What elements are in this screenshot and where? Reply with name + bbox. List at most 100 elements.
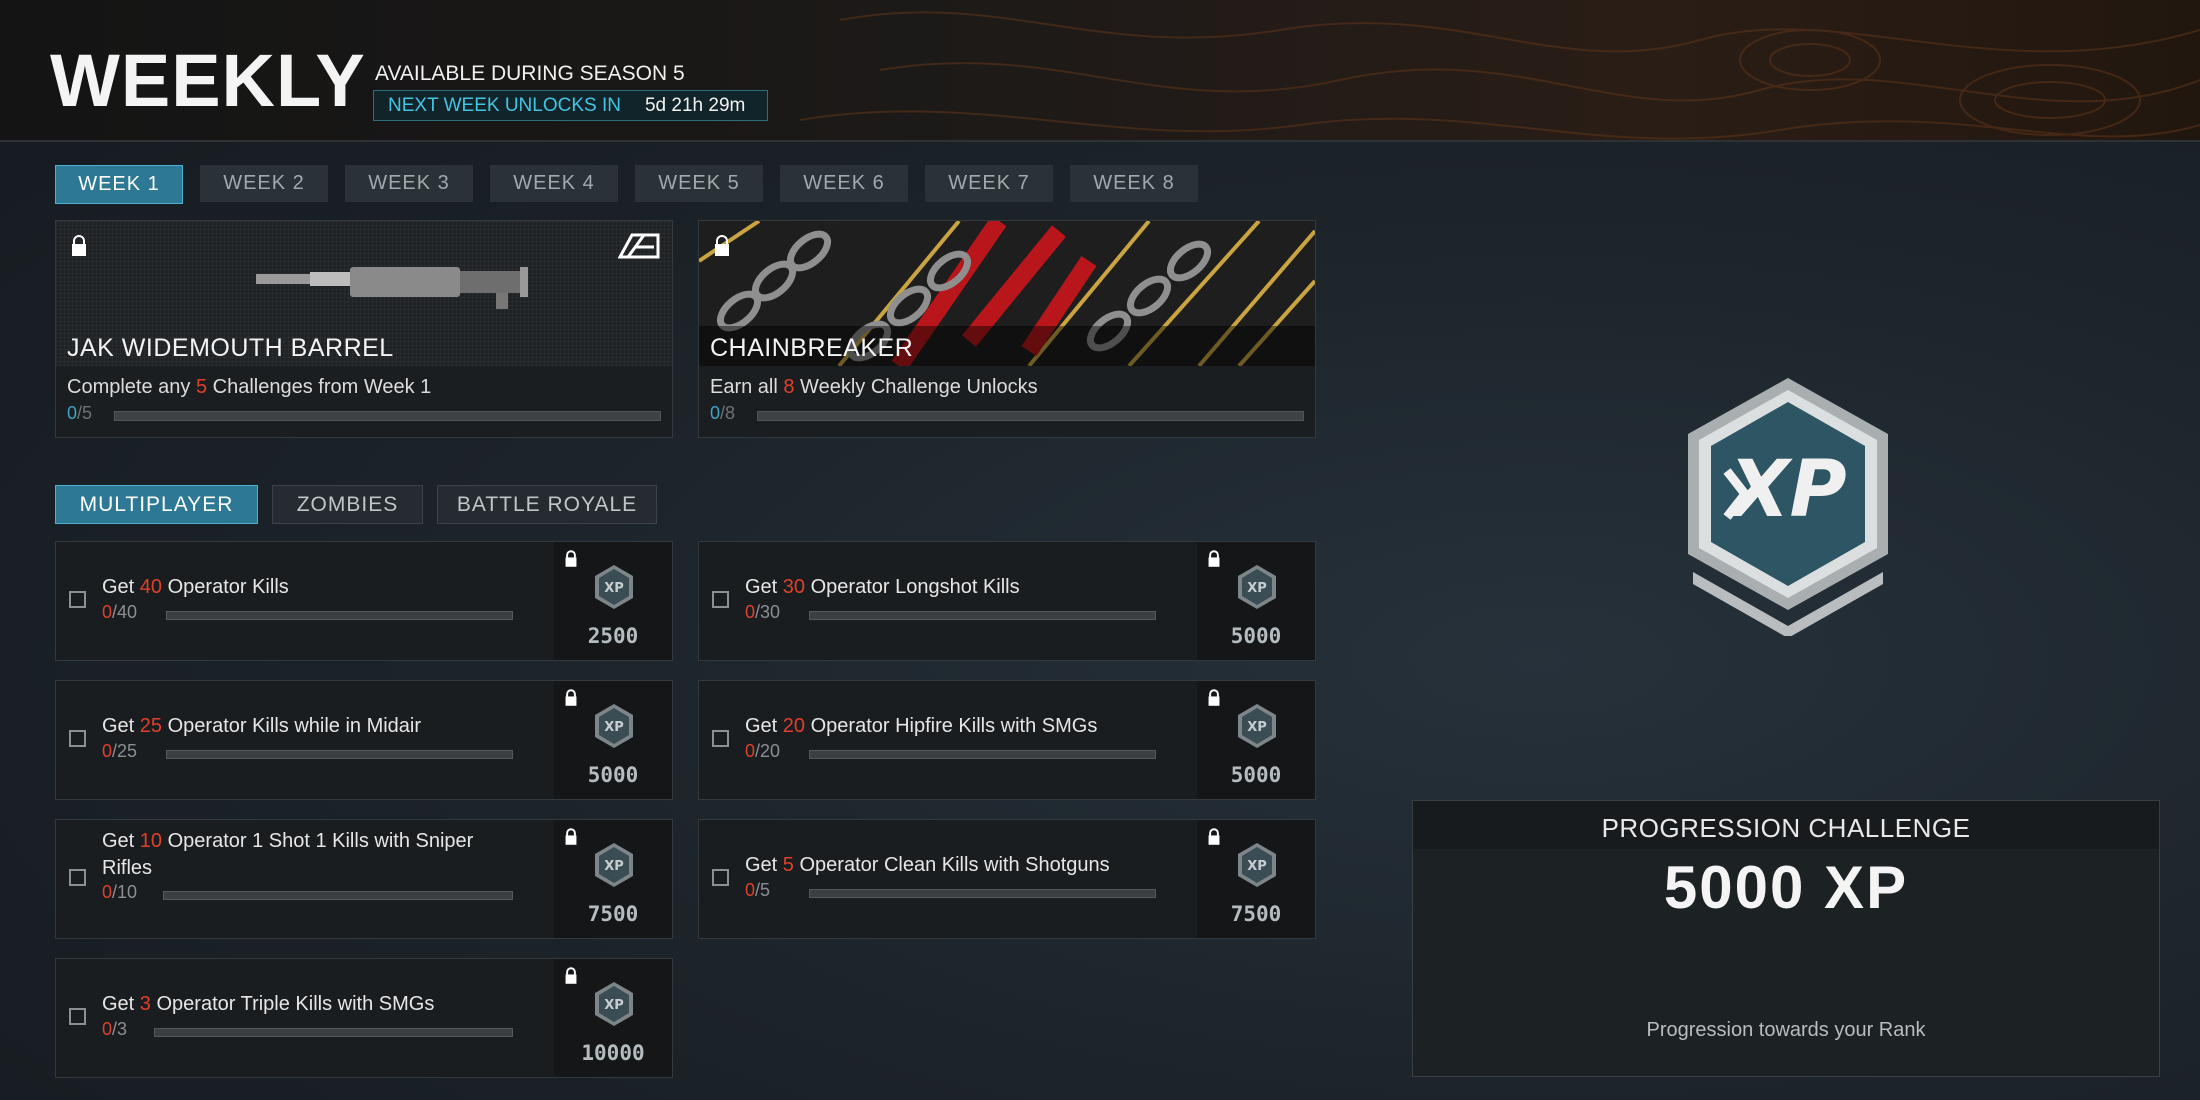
challenge-reward: XP 2500 — [554, 542, 672, 660]
progression-xp: 5000 XP — [1663, 854, 1909, 921]
challenge-progress-bar — [163, 891, 513, 900]
tab-week-7[interactable]: WEEK 7 — [925, 165, 1053, 202]
challenge-xp: 7500 — [587, 902, 639, 926]
challenge-progress-count: 0/40 — [102, 602, 138, 622]
svg-text:XP: XP — [604, 720, 624, 735]
reward-description: Complete any 5 Challenges from Week 1 — [67, 376, 432, 398]
tab-week-3[interactable]: WEEK 3 — [345, 165, 473, 202]
week-tabs: WEEK 1 WEEK 2 WEEK 3 WEEK 4 WEEK 5 WEEK … — [55, 165, 1198, 204]
svg-text:XP: XP — [604, 998, 624, 1013]
challenge-text: Get 10 Operator 1 Shot 1 Kills with Snip… — [102, 830, 474, 879]
challenge-progress-bar — [154, 1028, 513, 1037]
tab-week-4[interactable]: WEEK 4 — [490, 165, 618, 202]
lock-icon — [565, 550, 577, 567]
challenge-xp: 10000 — [581, 1041, 645, 1065]
challenge-xp: 5000 — [587, 763, 639, 787]
lock-icon — [1208, 828, 1220, 845]
challenge-checkbox[interactable] — [712, 730, 729, 747]
challenge-text: Get 20 Operator Hipfire Kills with SMGs — [745, 715, 1098, 737]
challenge-checkbox[interactable] — [69, 591, 86, 608]
topographic-pattern — [800, 11, 2200, 140]
challenge-text: Get 40 Operator Kills — [102, 576, 289, 598]
challenge-xp: 7500 — [1230, 902, 1282, 926]
page-title: WEEKLY — [50, 39, 366, 122]
unlock-label: NEXT WEEK UNLOCKS IN — [388, 94, 621, 116]
challenge-card[interactable]: Get 25 Operator Kills while in Midair 0/2… — [55, 680, 673, 800]
challenge-xp: 5000 — [1230, 763, 1282, 787]
xp-token-icon: XP — [595, 565, 633, 609]
reward-progress-bar — [114, 411, 661, 421]
progression-panel: PROGRESSION CHALLENGE 5000 XP Progressio… — [1412, 800, 2160, 1077]
challenge-reward: XP 5000 — [1197, 681, 1315, 799]
challenge-checkbox[interactable] — [69, 1008, 86, 1025]
challenge-reward: XP 7500 — [554, 820, 672, 938]
challenge-card[interactable]: Get 20 Operator Hipfire Kills with SMGs 0… — [698, 680, 1316, 800]
challenge-card[interactable]: Get 5 Operator Clean Kills with Shotguns… — [698, 819, 1316, 939]
reward-name: CHAINBREAKER — [710, 334, 914, 362]
lock-icon — [715, 235, 729, 256]
challenge-text: Get 3 Operator Triple Kills with SMGs — [102, 993, 435, 1015]
tab-zombies[interactable]: ZOMBIES — [272, 485, 423, 524]
season-label: AVAILABLE DURING SEASON 5 — [375, 62, 685, 85]
progression-title: PROGRESSION CHALLENGE — [1601, 813, 1971, 843]
challenge-xp: 2500 — [587, 624, 639, 648]
tab-week-5[interactable]: WEEK 5 — [635, 165, 763, 202]
challenge-checkbox[interactable] — [712, 869, 729, 886]
lock-icon — [72, 235, 86, 256]
challenge-progress-count: 0/30 — [745, 602, 781, 622]
reward-card-chainbreaker[interactable]: CHAINBREAKER Earn all 8 Weekly Challenge… — [698, 220, 1316, 438]
xp-token-icon: XP — [595, 843, 633, 887]
challenge-progress-count: 0/20 — [745, 741, 781, 761]
reward-card-barrel[interactable]: JAK WIDEMOUTH BARREL Complete any 5 Chal… — [55, 220, 673, 438]
lock-icon — [565, 828, 577, 845]
xp-token-icon: XP — [595, 704, 633, 748]
challenge-reward: XP 10000 — [554, 959, 672, 1077]
challenge-card[interactable]: Get 10 Operator 1 Shot 1 Kills with Snip… — [55, 819, 673, 939]
reward-progress-count: 0/8 — [710, 403, 736, 423]
challenge-progress-count: 0/5 — [745, 880, 771, 900]
tab-week-2[interactable]: WEEK 2 — [200, 165, 328, 202]
tab-battle-royale[interactable]: BATTLE ROYALE — [437, 485, 657, 524]
brand-logo-icon — [618, 233, 660, 259]
challenge-reward: XP 7500 — [1197, 820, 1315, 938]
challenge-checkbox[interactable] — [712, 591, 729, 608]
tab-week-1[interactable]: WEEK 1 — [55, 165, 183, 204]
challenge-progress-bar — [166, 611, 513, 620]
reward-progress-bar — [757, 411, 1304, 421]
challenge-progress-bar — [166, 750, 513, 759]
challenge-progress-count: 0/25 — [102, 741, 138, 761]
lock-icon — [1208, 689, 1220, 706]
header-bar: WEEKLY AVAILABLE DURING SEASON 5 NEXT WE… — [0, 0, 2200, 142]
challenge-checkbox[interactable] — [69, 730, 86, 747]
tab-week-6[interactable]: WEEK 6 — [780, 165, 908, 202]
challenge-text: Get 30 Operator Longshot Kills — [745, 576, 1020, 598]
challenge-checkbox[interactable] — [69, 869, 86, 886]
svg-text:XP: XP — [604, 859, 624, 874]
reward-name: JAK WIDEMOUTH BARREL — [67, 334, 394, 362]
challenge-xp: 5000 — [1230, 624, 1282, 648]
svg-text:XP: XP — [604, 581, 624, 596]
svg-text:XP: XP — [1247, 859, 1267, 874]
svg-text:XP: XP — [1247, 581, 1267, 596]
tab-multiplayer[interactable]: MULTIPLAYER — [55, 485, 258, 524]
svg-text:XP: XP — [1247, 720, 1267, 735]
challenge-reward: XP 5000 — [554, 681, 672, 799]
xp-token-icon: XP — [1238, 704, 1276, 748]
challenge-progress-bar — [809, 889, 1156, 898]
challenge-progress-bar — [809, 611, 1156, 620]
unlock-time: 5d 21h 29m — [644, 94, 746, 116]
challenge-progress-bar — [809, 750, 1156, 759]
xp-token-icon: XP — [1238, 565, 1276, 609]
challenge-card[interactable]: Get 3 Operator Triple Kills with SMGs 0/3… — [55, 958, 673, 1078]
challenge-text: Get 5 Operator Clean Kills with Shotguns — [745, 854, 1110, 876]
challenge-card[interactable]: Get 40 Operator Kills 0/40 XP 2500 — [55, 541, 673, 661]
challenge-progress-count: 0/10 — [102, 882, 138, 902]
lock-icon — [1208, 550, 1220, 567]
tab-week-8[interactable]: WEEK 8 — [1070, 165, 1198, 202]
reward-progress-count: 0/5 — [67, 403, 93, 423]
challenge-text: Get 25 Operator Kills while in Midair — [102, 715, 422, 737]
lock-icon — [565, 967, 577, 984]
mode-tabs: MULTIPLAYER ZOMBIES BATTLE ROYALE — [55, 485, 657, 524]
challenge-card[interactable]: Get 30 Operator Longshot Kills 0/30 XP 5000 — [698, 541, 1316, 661]
challenge-reward: XP 5000 — [1197, 542, 1315, 660]
